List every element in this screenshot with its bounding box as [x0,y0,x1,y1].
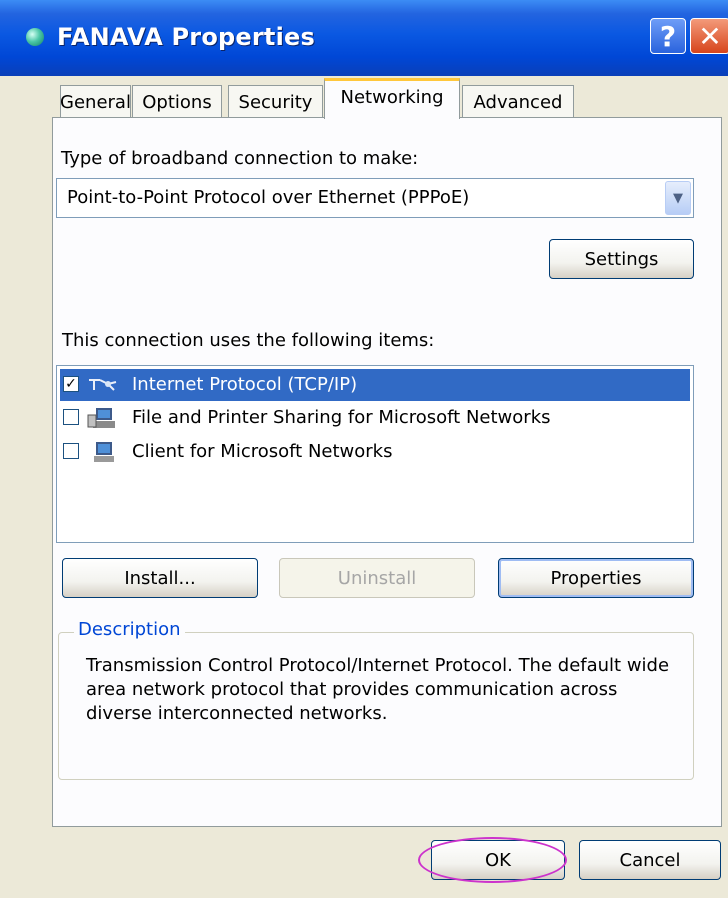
client-networks-label: Client for Microsoft Networks [132,441,393,462]
list-item-client-networks[interactable]: Client for Microsoft Networks [60,436,690,468]
ok-highlight-ring [418,837,567,883]
connection-type-select[interactable]: Point-to-Point Protocol over Ethernet (P… [56,178,694,218]
connection-type-label: Type of broadband connection to make: [61,148,419,169]
client-networks-checkbox[interactable] [63,443,79,459]
tcp-ip-label: Internet Protocol (TCP/IP) [132,374,358,395]
cancel-button[interactable]: Cancel [579,840,721,880]
tab-security[interactable]: Security [228,85,323,118]
file-printer-sharing-label: File and Printer Sharing for Microsoft N… [132,407,551,428]
tab-options[interactable]: Options [132,85,222,118]
tab-general[interactable]: General [60,85,131,118]
help-button[interactable]: ? [650,18,686,54]
file-printer-sharing-checkbox[interactable] [63,409,79,425]
settings-button[interactable]: Settings [549,239,694,279]
properties-button[interactable]: Properties [498,558,694,598]
connection-icon [26,28,44,46]
list-item-tcp-ip[interactable]: ✓ Internet Protocol (TCP/IP) [60,369,690,401]
network-protocol-icon [89,379,117,391]
network-service-icon [87,408,115,428]
window-title: FANAVA Properties [57,23,315,51]
tcp-ip-checkbox[interactable]: ✓ [63,376,79,392]
uninstall-button[interactable]: Uninstall [279,558,475,598]
install-button[interactable]: Install... [62,558,258,598]
close-button[interactable]: ✕ [690,18,728,54]
description-text: Transmission Control Protocol/Internet P… [86,655,670,724]
list-item-file-printer-sharing[interactable]: File and Printer Sharing for Microsoft N… [60,402,690,434]
tab-advanced[interactable]: Advanced [462,85,574,118]
properties-dialog: FANAVA Properties ? ✕ General Options Se… [0,0,728,898]
title-bar[interactable]: FANAVA Properties ? ✕ [0,0,728,76]
dropdown-arrow-icon[interactable]: ▼ [665,181,691,215]
tab-networking[interactable]: Networking [324,78,460,119]
connection-type-value: Point-to-Point Protocol over Ethernet (P… [67,187,470,208]
description-title: Description [74,619,185,640]
items-label: This connection uses the following items… [62,330,435,351]
items-list[interactable]: ✓ Internet Protocol (TCP/IP) File and Pr… [56,365,694,543]
close-icon: ✕ [698,19,722,53]
network-client-icon [94,442,114,462]
